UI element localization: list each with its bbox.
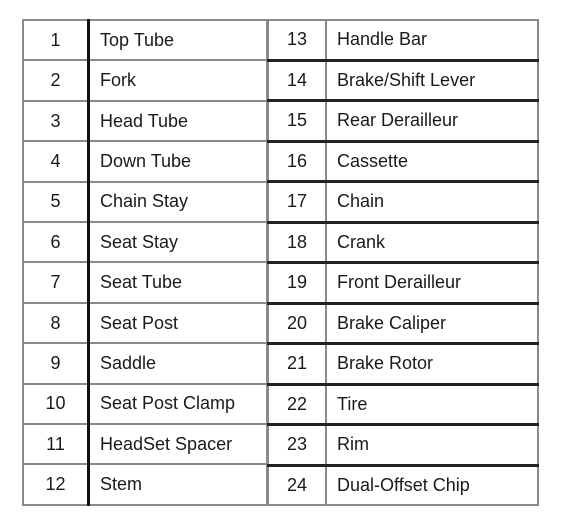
table-row: 12 Stem: [22, 463, 268, 506]
table-row: 2 Fork: [22, 59, 268, 102]
table-row: 20 Brake Caliper: [267, 301, 539, 345]
table-row: 10 Seat Post Clamp: [22, 382, 268, 426]
table-row: 24 Dual-Offset Chip: [267, 463, 539, 506]
table-row: 18 Crank: [267, 220, 539, 264]
parts-table: 1 Top Tube 2 Fork 3 Head Tube 4 Down Tube 5 Chain…: [22, 18, 539, 506]
part-name: Rear Derailleur: [325, 99, 539, 142]
parts-table-left: 1 Top Tube 2 Fork 3 Head Tube 4 Down Tube 5 Chain…: [22, 18, 268, 506]
table-row: 3 Head Tube: [22, 99, 268, 143]
part-name: Seat Tube: [87, 261, 268, 304]
part-name: Stem: [87, 463, 268, 506]
part-number: 18: [267, 220, 327, 264]
part-number: 20: [267, 301, 327, 345]
table-row: 23 Rim: [267, 423, 539, 466]
table-row: 11 HeadSet Spacer: [22, 423, 268, 466]
table-row: 1 Top Tube: [22, 18, 268, 62]
part-number: 16: [267, 139, 327, 183]
table-row: 8 Seat Post: [22, 301, 268, 345]
table-row: 7 Seat Tube: [22, 261, 268, 304]
part-number: 13: [267, 19, 327, 61]
part-name: Head Tube: [87, 99, 268, 143]
part-number: 6: [22, 221, 90, 264]
part-number: 19: [267, 261, 327, 304]
part-number: 15: [267, 99, 327, 142]
part-name: Chain Stay: [87, 180, 268, 224]
table-row: 15 Rear Derailleur: [267, 99, 539, 142]
part-name: Saddle: [87, 342, 268, 385]
part-name: Top Tube: [87, 18, 268, 62]
part-name: Rim: [325, 423, 539, 466]
part-number: 9: [22, 342, 90, 385]
part-number: 17: [267, 180, 327, 223]
part-name: Tire: [325, 382, 539, 426]
part-name: Down Tube: [87, 140, 268, 183]
table-row: 17 Chain: [267, 180, 539, 223]
part-number: 11: [22, 423, 90, 466]
part-number: 10: [22, 382, 90, 426]
part-number: 12: [22, 463, 90, 506]
part-number: 8: [22, 301, 90, 345]
part-number: 4: [22, 140, 90, 183]
part-number: 3: [22, 99, 90, 143]
part-number: 22: [267, 382, 327, 426]
part-name: Front Derailleur: [325, 261, 539, 304]
table-row: 14 Brake/Shift Lever: [267, 58, 539, 102]
part-number: 21: [267, 342, 327, 385]
part-name: Dual-Offset Chip: [325, 463, 539, 506]
part-number: 14: [267, 58, 327, 102]
part-name: Brake Rotor: [325, 342, 539, 385]
part-number: 5: [22, 180, 90, 224]
table-row: 22 Tire: [267, 382, 539, 426]
table-row: 9 Saddle: [22, 342, 268, 385]
parts-table-right: 13 Handle Bar 14 Brake/Shift Lever 15 Rear De…: [267, 19, 539, 506]
part-name: Handle Bar: [325, 19, 539, 61]
part-name: Seat Post: [87, 301, 268, 345]
part-name: Crank: [325, 220, 539, 264]
part-name: Brake Caliper: [325, 301, 539, 345]
table-row: 5 Chain Stay: [22, 180, 268, 224]
part-name: HeadSet Spacer: [87, 423, 268, 466]
table-row: 13 Handle Bar: [267, 19, 539, 61]
table-row: 6 Seat Stay: [22, 221, 268, 264]
part-name: Brake/Shift Lever: [325, 58, 539, 102]
part-number: 24: [267, 463, 327, 506]
part-number: 1: [22, 18, 90, 62]
part-number: 7: [22, 261, 90, 304]
part-number: 2: [22, 59, 90, 102]
part-number: 23: [267, 423, 327, 466]
part-name: Seat Stay: [87, 221, 268, 264]
part-name: Chain: [325, 180, 539, 223]
part-name: Seat Post Clamp: [87, 382, 268, 426]
part-name: Fork: [87, 59, 268, 102]
table-row: 16 Cassette: [267, 139, 539, 183]
table-row: 4 Down Tube: [22, 140, 268, 183]
table-row: 21 Brake Rotor: [267, 342, 539, 385]
part-name: Cassette: [325, 139, 539, 183]
table-row: 19 Front Derailleur: [267, 261, 539, 304]
